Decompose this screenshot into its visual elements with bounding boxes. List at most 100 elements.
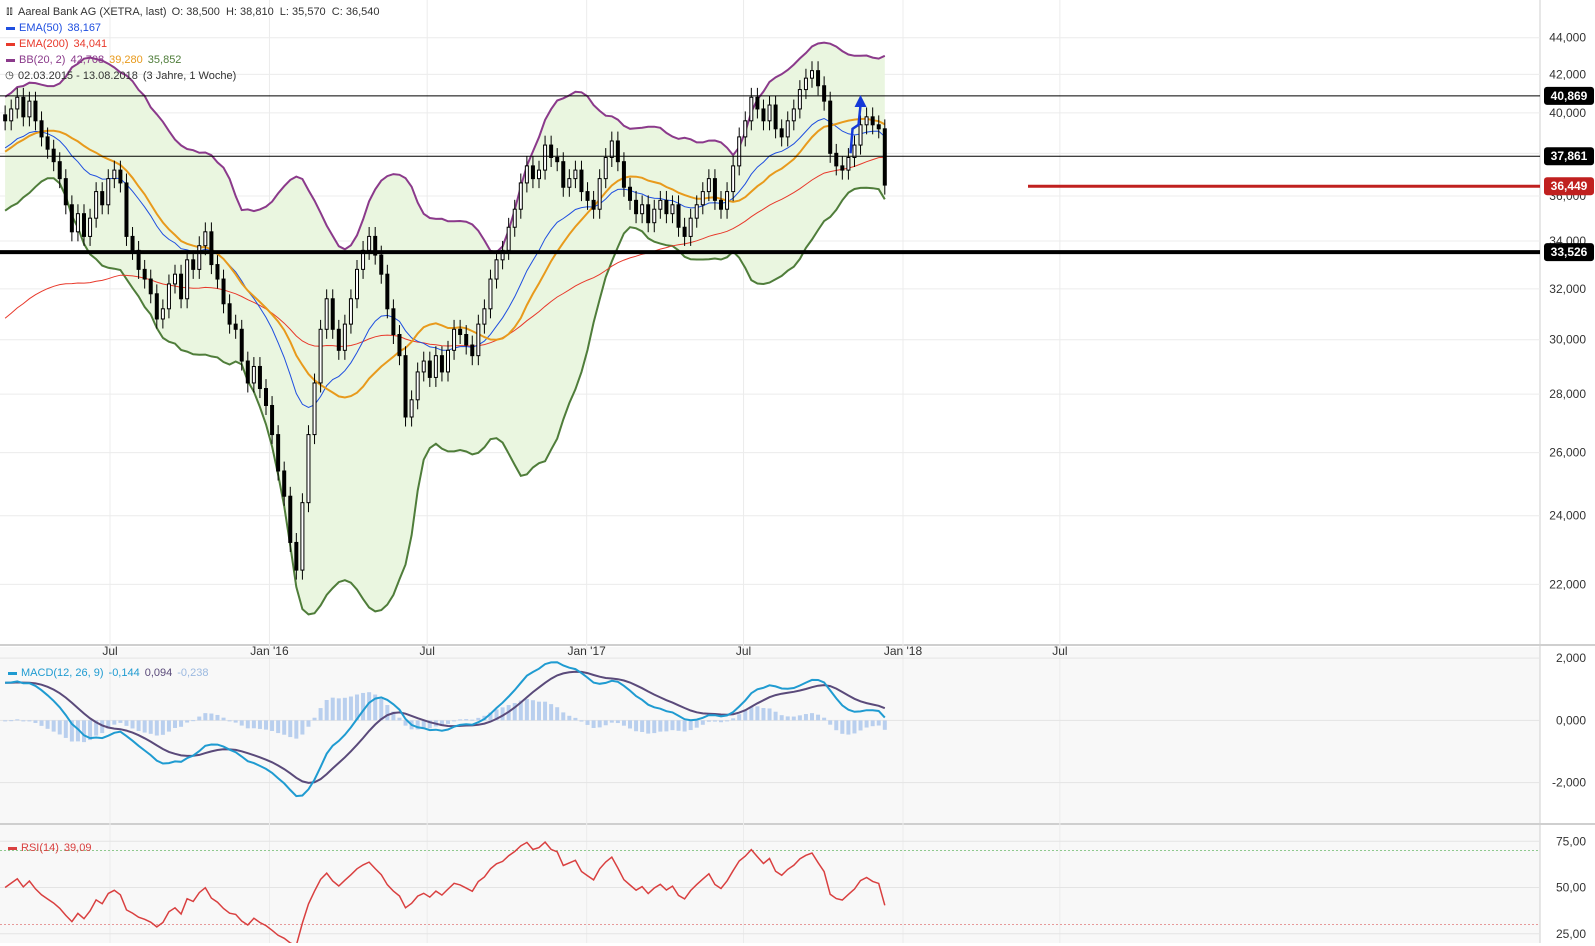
macd-histogram-bar bbox=[300, 720, 305, 735]
macd-histogram-bar bbox=[797, 715, 802, 721]
macd-histogram-bar bbox=[585, 720, 590, 725]
macd-histogram-bar bbox=[791, 716, 796, 721]
macd-histogram-bar bbox=[858, 720, 863, 731]
macd-histogram-bar bbox=[530, 700, 535, 721]
macd-histogram-bar bbox=[676, 720, 681, 731]
legend-ema50[interactable]: EMA(50) 38,167 bbox=[4, 20, 380, 36]
macd-histogram-bar bbox=[361, 692, 366, 721]
macd-histogram-bar bbox=[142, 720, 147, 733]
macd-histogram-bar bbox=[852, 720, 857, 734]
candle-body bbox=[676, 204, 681, 228]
macd-histogram-bar bbox=[779, 715, 784, 721]
macd-histogram-bar bbox=[179, 720, 184, 727]
ema200-label: EMA(200) bbox=[19, 38, 69, 50]
candle-body bbox=[797, 89, 802, 110]
candle-body bbox=[658, 199, 663, 210]
x-tick-label: Jan '18 bbox=[884, 644, 923, 658]
date-range-note: (3 Jahre, 1 Woche) bbox=[142, 70, 237, 82]
candle-body bbox=[318, 328, 323, 384]
macd-histogram-bar bbox=[21, 720, 26, 722]
macd-histogram-bar bbox=[342, 697, 347, 721]
rsi-label: RSI(14) bbox=[21, 842, 59, 854]
macd-histogram-bar bbox=[51, 720, 56, 732]
macd-histogram-bar bbox=[39, 720, 44, 726]
candle-body bbox=[470, 344, 475, 357]
macd-histogram-bar bbox=[203, 713, 208, 721]
price-tick-label: 30,000 bbox=[1549, 333, 1586, 347]
macd-histogram-bar bbox=[148, 720, 153, 734]
candle-body bbox=[755, 96, 760, 110]
macd-histogram-bar bbox=[476, 717, 481, 721]
macd-histogram-bar bbox=[458, 719, 463, 721]
candle-body bbox=[257, 365, 262, 390]
ema50-swatch bbox=[6, 26, 15, 30]
candle-body bbox=[124, 182, 129, 237]
candle-body bbox=[840, 165, 845, 171]
clock-icon: ◷ bbox=[5, 70, 14, 81]
candle-body bbox=[446, 349, 450, 373]
candle-body bbox=[803, 77, 808, 91]
candle-body bbox=[433, 355, 438, 378]
macd-histogram-bar bbox=[367, 692, 372, 721]
candle-body bbox=[160, 308, 165, 320]
candle-body bbox=[822, 85, 827, 102]
candle-body bbox=[215, 264, 220, 280]
macd-histogram-bar bbox=[264, 720, 268, 730]
candle-body bbox=[700, 191, 705, 206]
candle-body bbox=[779, 128, 784, 138]
macd-histogram-bar bbox=[318, 708, 323, 721]
price-tick-label: 24,000 bbox=[1549, 509, 1586, 523]
macd-histogram-bar bbox=[743, 710, 748, 721]
legend-ema200[interactable]: EMA(200) 34,041 bbox=[4, 36, 380, 52]
candle-body bbox=[688, 217, 693, 237]
candle-body bbox=[482, 308, 487, 325]
macd-histogram-bar bbox=[197, 716, 202, 721]
candle-body bbox=[179, 273, 184, 300]
macd-histogram-bar bbox=[694, 720, 699, 728]
macd-histogram-bar bbox=[543, 701, 548, 721]
macd-histogram-bar bbox=[737, 714, 742, 721]
candle-body bbox=[543, 144, 548, 171]
ema200-swatch bbox=[6, 42, 15, 46]
candle-body bbox=[379, 254, 384, 275]
candle-body bbox=[185, 259, 190, 300]
candle-body bbox=[276, 434, 281, 472]
candle-body bbox=[682, 226, 687, 237]
macd-histogram-bar bbox=[82, 720, 86, 743]
macd-label: MACD(12, 26, 9) bbox=[21, 667, 104, 679]
rsi-tick-label: 25,00 bbox=[1556, 927, 1586, 941]
macd-histogram-bar bbox=[27, 720, 32, 722]
bollinger-band-fill bbox=[5, 42, 885, 615]
macd-histogram-bar bbox=[591, 720, 596, 728]
macd-histogram-bar bbox=[846, 720, 851, 735]
candle-body bbox=[452, 328, 457, 351]
candle-body bbox=[51, 148, 56, 163]
legend-bb[interactable]: BB(20, 2) 42,708 39,280 35,852 bbox=[4, 52, 380, 68]
rsi-legend[interactable]: RSI(14) 39,09 bbox=[8, 842, 91, 854]
macd-histogram-bar bbox=[15, 719, 20, 721]
candle-body bbox=[579, 169, 584, 193]
macd-swatch bbox=[8, 671, 17, 675]
macd-histogram-bar bbox=[634, 720, 639, 732]
candle-body bbox=[737, 136, 742, 167]
candle-body bbox=[512, 208, 517, 228]
candle-body bbox=[640, 204, 645, 215]
macd-histogram-bar bbox=[597, 720, 602, 728]
candle-body bbox=[330, 298, 335, 330]
macd-histogram-bar bbox=[664, 720, 669, 732]
candle-body bbox=[706, 178, 711, 193]
chart-area[interactable]: Jul Jan '16 Jul Jan '17 Jul Jan '18 Jul 22,000 2… bbox=[0, 0, 1595, 946]
candle-body bbox=[488, 278, 493, 310]
candle-body bbox=[458, 328, 463, 335]
macd-histogram-bar bbox=[63, 720, 68, 738]
macd-histogram-bar bbox=[33, 720, 38, 723]
macd-legend[interactable]: MACD(12, 26, 9) -0,144 0,094 -0,238 bbox=[8, 667, 208, 679]
candle-body bbox=[409, 399, 414, 418]
candle-body bbox=[130, 235, 135, 251]
candle-body bbox=[834, 152, 839, 167]
candle-body bbox=[719, 199, 723, 210]
macd-histogram-bar bbox=[294, 720, 299, 739]
candle-body bbox=[725, 191, 730, 210]
macd-histogram-bar bbox=[876, 720, 881, 726]
price-tick-label: 28,000 bbox=[1549, 387, 1586, 401]
